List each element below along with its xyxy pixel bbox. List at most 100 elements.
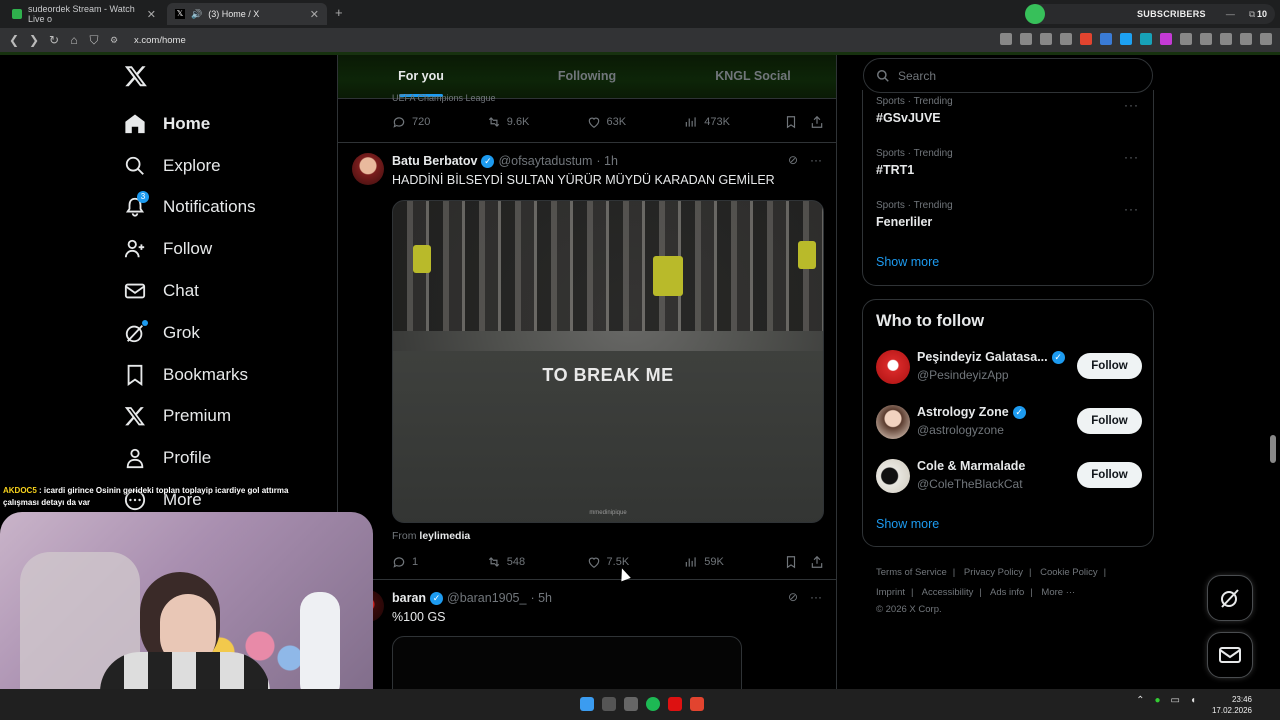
url-field[interactable]: x.com/home [134, 35, 186, 46]
follow-suggestion[interactable]: Astrology Zone ✓ @astrologyzone Follow [876, 405, 1142, 441]
messages-fab-button[interactable] [1207, 632, 1253, 678]
new-tab-icon[interactable]: + [335, 5, 343, 20]
forward-icon[interactable]: ❯ [24, 33, 44, 47]
close-tab-icon[interactable]: ✕ [310, 8, 319, 21]
share-button[interactable] [810, 115, 824, 129]
footer-link[interactable]: Accessibility [922, 587, 974, 598]
chevron-up-icon[interactable]: ⌃ [1136, 695, 1144, 706]
repost-button[interactable]: 9.6K [487, 115, 587, 129]
nav-item-follow[interactable]: Follow [124, 228, 256, 270]
share-button[interactable] [810, 555, 824, 569]
trend-item[interactable]: Sports · Trending #GSvJUVE [876, 96, 953, 125]
tweet[interactable]: Batu Berbatov ✓ @ofsaytadustum · 1h ⊘ ··… [338, 143, 836, 579]
trend-item[interactable]: Sports · Trending #TRT1 [876, 148, 953, 177]
who-to-follow-show-more-link[interactable]: Show more [876, 517, 939, 531]
author-handle[interactable]: @ofsaytadustum [498, 154, 592, 168]
avatar[interactable] [352, 153, 384, 185]
views-button[interactable]: 59K [684, 555, 784, 569]
trend-item[interactable]: Sports · Trending Fenerliler [876, 200, 953, 229]
follow-button[interactable]: Follow [1077, 353, 1142, 379]
extensions-puzzle-icon[interactable] [1180, 33, 1192, 45]
home-browser-icon[interactable]: ⌂ [64, 33, 84, 47]
windows-start-icon[interactable] [580, 697, 594, 711]
nav-item-chat[interactable]: Chat [124, 270, 256, 312]
extension-icon[interactable] [1100, 33, 1112, 45]
translate-icon[interactable] [1000, 33, 1012, 45]
bookmark-button[interactable] [784, 555, 810, 569]
tweet-previous[interactable]: UEFA Champions League 720 9.6K 63K 473K [338, 93, 836, 142]
from-source-link[interactable]: leylimedia [419, 530, 470, 542]
back-icon[interactable]: ❮ [4, 33, 24, 47]
tweet-video[interactable]: TO BREAK ME mmedinipique [392, 200, 824, 523]
footer-link[interactable]: Ads info [990, 587, 1024, 598]
browser-tab-x-home[interactable]: 𝕏 🔊 (3) Home / X ✕ [167, 3, 327, 25]
reload-icon[interactable]: ↻ [44, 33, 64, 47]
nav-item-profile[interactable]: Profile [124, 437, 256, 479]
mic-icon[interactable]: ● [1154, 695, 1160, 706]
extension-icon[interactable] [1140, 33, 1152, 45]
page-scrollbar[interactable] [1269, 55, 1277, 689]
nav-item-premium[interactable]: Premium [124, 396, 256, 438]
extension-icon[interactable] [1160, 33, 1172, 45]
x-logo-icon[interactable] [124, 64, 148, 88]
browser-tab-stream[interactable]: sudeordek Stream - Watch Live o ✕ [4, 3, 164, 25]
taskbar-search-icon[interactable] [602, 697, 616, 711]
volume-icon[interactable]: ◖ [1190, 695, 1196, 706]
tweet-time[interactable]: · 1h [596, 154, 618, 168]
more-options-icon[interactable]: ··· [810, 590, 822, 604]
nav-item-explore[interactable]: Explore [124, 145, 256, 187]
footer-link[interactable]: Privacy Policy [964, 567, 1023, 578]
reply-button[interactable]: 720 [392, 115, 487, 129]
grok-explain-icon[interactable]: ⊘ [788, 590, 798, 604]
tab-kngl-social[interactable]: KNGL Social [670, 55, 836, 98]
tweet-time[interactable]: · 5h [530, 591, 552, 605]
author-name[interactable]: Batu Berbatov [392, 154, 477, 168]
follow-suggestion[interactable]: Peşindeyiz Galatasa... ✓ @PesindeyizApp F… [876, 350, 1142, 386]
author-handle[interactable]: @baran1905_ [447, 591, 526, 605]
follow-button[interactable]: Follow [1077, 462, 1142, 488]
tab-for-you[interactable]: For you [338, 55, 504, 98]
grok-fab-button[interactable] [1207, 575, 1253, 621]
avatar[interactable] [876, 459, 910, 493]
brave-shield-icon[interactable] [1080, 33, 1092, 45]
restore-icon[interactable]: ⧉ [1249, 9, 1255, 20]
footer-link[interactable]: Cookie Policy [1040, 567, 1098, 578]
follow-suggestion[interactable]: Cole & Marmalade @ColeTheBlackCat Follow [876, 459, 1142, 495]
like-button[interactable]: 7.5K [587, 555, 685, 569]
repost-button[interactable]: 548 [487, 555, 587, 569]
avatar[interactable] [876, 350, 910, 384]
minimize-icon[interactable]: — [1226, 9, 1235, 20]
more-options-icon[interactable]: ··· [1124, 202, 1139, 216]
app-icon[interactable] [668, 697, 682, 711]
system-clock[interactable]: 23:46 17.02.2026 [1212, 694, 1252, 716]
zoom-icon[interactable] [1020, 33, 1032, 45]
close-tab-icon[interactable]: ✕ [147, 8, 156, 21]
like-button[interactable]: 63K [587, 115, 685, 129]
music-icon[interactable] [1220, 33, 1232, 45]
sidebar-toggle-icon[interactable] [1200, 33, 1212, 45]
nav-item-notifications[interactable]: 3 Notifications [124, 187, 256, 229]
tweet-media[interactable] [392, 636, 742, 689]
trends-show-more-link[interactable]: Show more [876, 255, 939, 269]
extension-icon[interactable] [1120, 33, 1132, 45]
footer-link[interactable]: More ··· [1041, 587, 1075, 598]
more-options-icon[interactable]: ··· [1124, 98, 1139, 112]
share-icon[interactable] [1060, 33, 1072, 45]
nav-item-bookmarks[interactable]: Bookmarks [124, 354, 256, 396]
bookmark-page-icon[interactable]: ⛉ [84, 33, 104, 48]
footer-link[interactable]: Terms of Service [876, 567, 947, 578]
speaker-icon[interactable]: 🔊 [191, 9, 202, 20]
more-options-icon[interactable]: ··· [810, 153, 822, 167]
tab-following[interactable]: Following [504, 55, 670, 98]
avatar[interactable] [876, 405, 910, 439]
menu-icon[interactable] [1260, 33, 1272, 45]
scrollbar-thumb[interactable] [1270, 435, 1276, 463]
settings-icon[interactable] [624, 697, 638, 711]
views-button[interactable]: 473K [684, 115, 784, 129]
tweet[interactable]: baran ✓ @baran1905_ · 5h ⊘ ··· %100 GS [338, 580, 836, 689]
bookmark-button[interactable] [784, 115, 810, 129]
more-options-icon[interactable]: ··· [1124, 150, 1139, 164]
brave-browser-icon[interactable] [690, 697, 704, 711]
site-info-icon[interactable]: ⚙ [104, 35, 124, 46]
network-icon[interactable]: ▭ [1171, 695, 1180, 706]
